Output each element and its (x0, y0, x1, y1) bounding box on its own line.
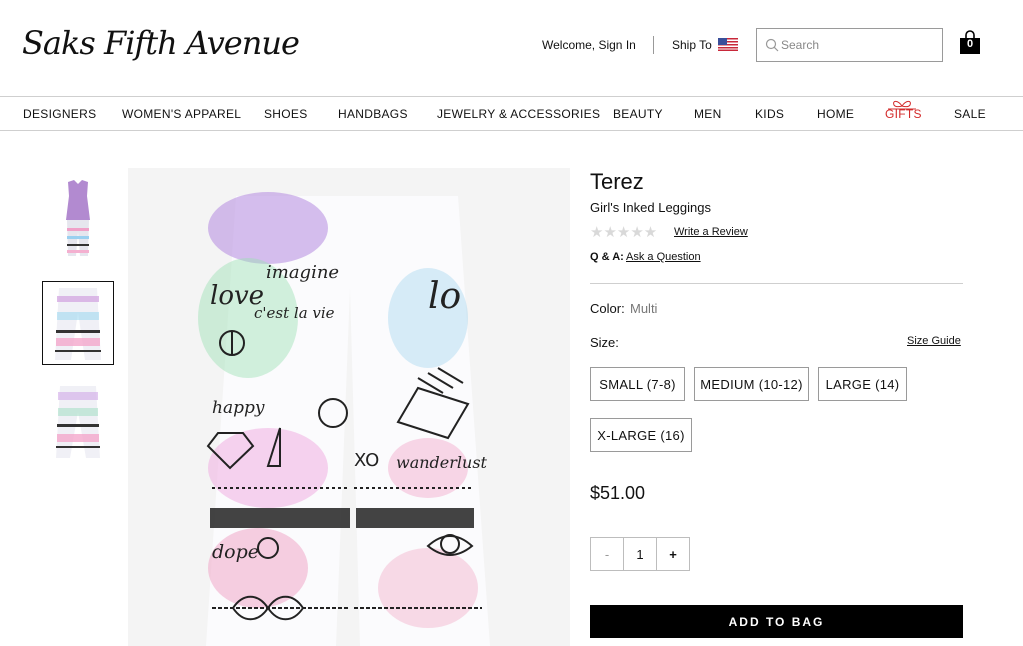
nav-home[interactable]: HOME (817, 107, 854, 121)
size-button-small[interactable]: SMALL (7-8) (590, 367, 685, 401)
print-word-imagine: imagine (266, 262, 339, 283)
quantity-decrease-button[interactable]: - (590, 537, 624, 571)
print-word-cest-la-vie: c'est la vie (254, 304, 335, 322)
sign-in-link[interactable]: Welcome, Sign In (542, 38, 636, 52)
nav-womens-apparel[interactable]: WOMEN'S APPAREL (122, 107, 241, 121)
nav-men[interactable]: MEN (694, 107, 722, 121)
quantity-field[interactable]: 1 (623, 537, 657, 571)
nav-handbags[interactable]: HANDBAGS (338, 107, 408, 121)
product-price: $51.00 (590, 483, 646, 503)
print-word-xo: XO (354, 450, 379, 471)
thumbnail-leggings-front-image (55, 288, 101, 360)
quantity-increase-button[interactable]: + (656, 537, 690, 571)
color-value: Multi (630, 301, 658, 316)
print-word-dope: dope (212, 541, 259, 563)
product-name: Girl's Inked Leggings (590, 200, 711, 215)
nav-sale[interactable]: SALE (954, 107, 986, 121)
write-review-link[interactable]: Write a Review (674, 226, 748, 238)
site-header: Saks Fifth Avenue Welcome, Sign In Ship … (0, 0, 1023, 96)
print-word-wanderlust: wanderlust (396, 453, 488, 472)
qa-label: Q & A: (590, 251, 624, 263)
gift-bow-icon (888, 100, 916, 110)
nav-jewelry-accessories[interactable]: JEWELRY & ACCESSORIES (437, 107, 600, 121)
search-box[interactable] (756, 28, 943, 62)
rating-stars: ★★★★★ (590, 224, 658, 241)
nav-beauty[interactable]: BEAUTY (613, 107, 663, 121)
nav-shoes[interactable]: SHOES (264, 107, 308, 121)
main-nav: DESIGNERS WOMEN'S APPAREL SHOES HANDBAGS… (0, 96, 1023, 131)
size-guide-link[interactable]: Size Guide (907, 335, 961, 347)
bag-count: 0 (966, 38, 974, 50)
print-word-lo: lo (428, 276, 461, 317)
thumbnail-outfit-image (66, 180, 90, 256)
thumbnail-leggings-back[interactable] (42, 380, 114, 464)
size-button-x-large[interactable]: X-LARGE (16) (590, 418, 692, 452)
leggings-illustration: imagine c'est la vie love happy wanderlu… (198, 192, 490, 646)
thumbnail-leggings-front[interactable] (42, 281, 114, 365)
thumbnail-leggings-back-image (56, 386, 100, 458)
size-button-large[interactable]: LARGE (14) (818, 367, 907, 401)
print-word-love: love (210, 281, 264, 311)
product-brand[interactable]: Terez (590, 169, 644, 195)
header-divider (653, 36, 654, 54)
nav-kids[interactable]: KIDS (755, 107, 784, 121)
color-label: Color: (590, 301, 625, 316)
thumbnail-outfit[interactable] (42, 176, 114, 260)
search-icon (765, 38, 779, 52)
size-button-medium[interactable]: MEDIUM (10-12) (694, 367, 809, 401)
add-to-bag-button[interactable]: ADD TO BAG (590, 605, 963, 638)
product-main-image[interactable]: imagine c'est la vie love happy wanderlu… (128, 168, 570, 646)
us-flag-icon[interactable] (718, 38, 738, 51)
nav-designers[interactable]: DESIGNERS (23, 107, 96, 121)
info-divider (590, 283, 963, 284)
ship-to-link[interactable]: Ship To (672, 38, 712, 52)
ask-question-link[interactable]: Ask a Question (626, 251, 701, 263)
saks-logo[interactable]: Saks Fifth Avenue (22, 24, 300, 62)
search-input[interactable] (781, 36, 936, 54)
size-label: Size: (590, 335, 619, 350)
print-word-happy: happy (212, 398, 265, 418)
